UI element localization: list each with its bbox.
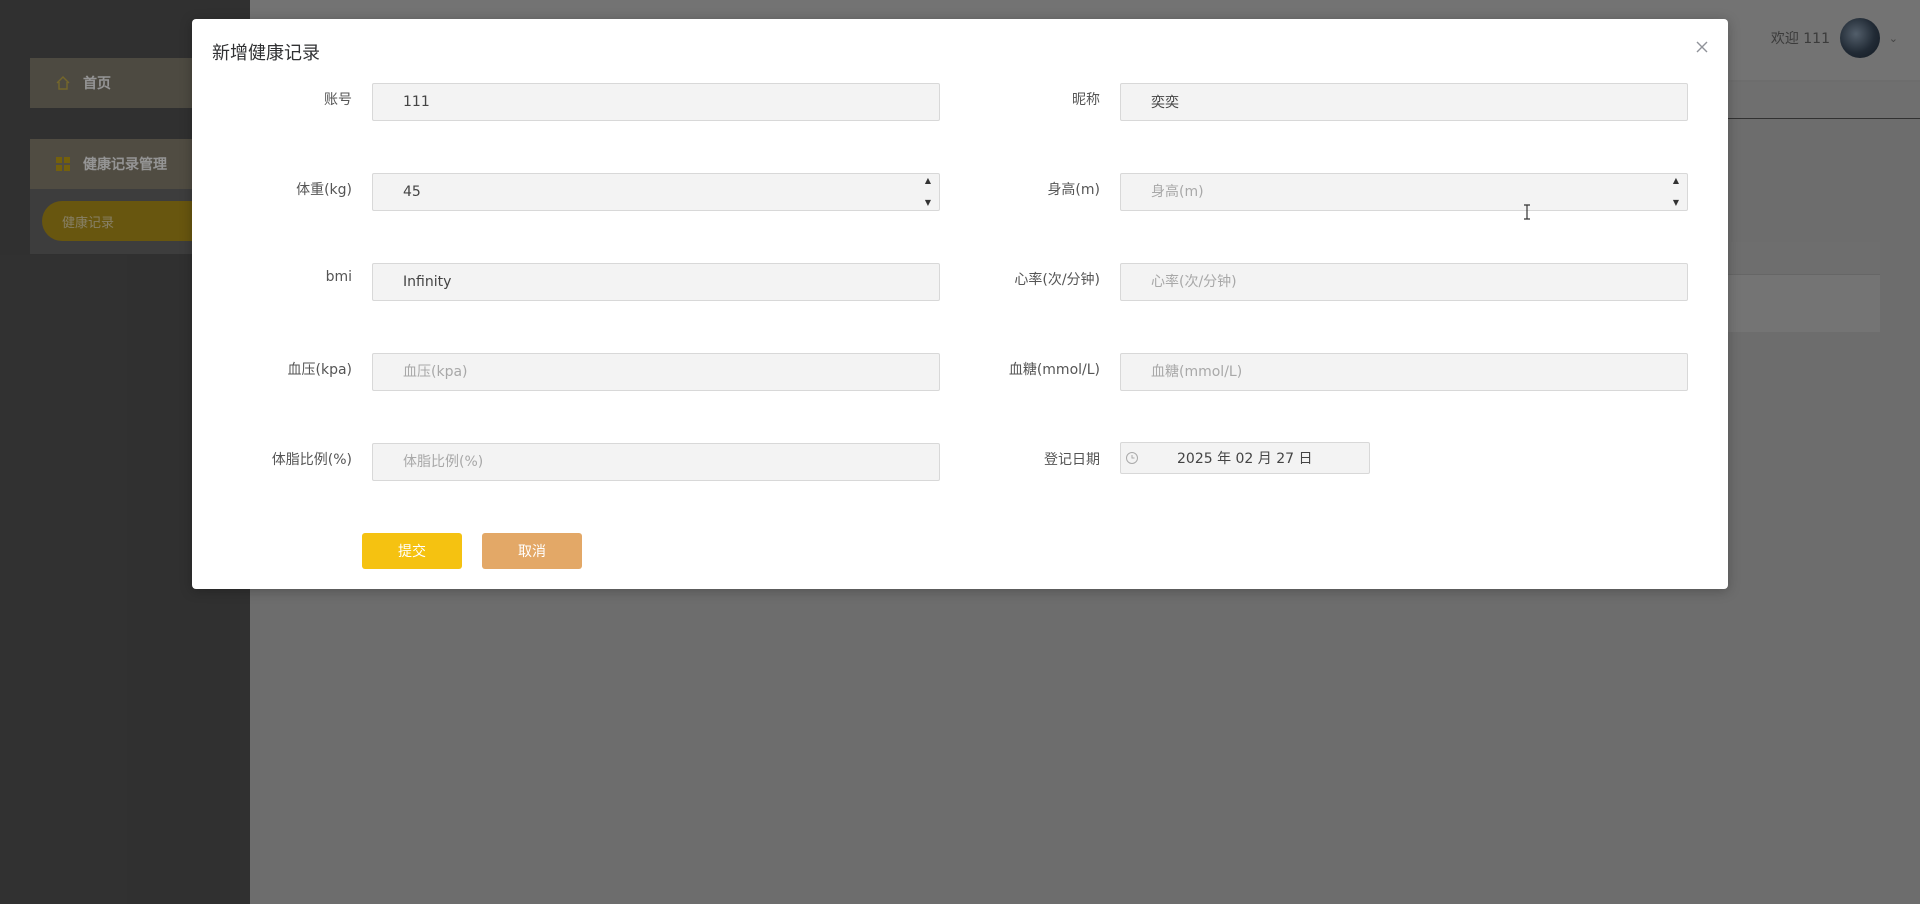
record-date-picker[interactable]: 2025 年 02 月 27 日 bbox=[1120, 442, 1370, 474]
body-fat-label: 体脂比例(%) bbox=[271, 452, 352, 468]
blood-sugar-label: 血糖(mmol/L) bbox=[1008, 362, 1100, 378]
close-icon[interactable] bbox=[1694, 39, 1710, 55]
submit-button[interactable]: 提交 bbox=[362, 533, 462, 569]
height-label: 身高(m) bbox=[1047, 182, 1100, 198]
nickname-input[interactable] bbox=[1120, 83, 1688, 121]
stepper-up-icon[interactable]: ▲ bbox=[1673, 177, 1679, 185]
blood-pressure-input[interactable] bbox=[372, 353, 940, 391]
weight-label: 体重(kg) bbox=[296, 182, 352, 198]
account-label: 账号 bbox=[324, 92, 352, 108]
record-date-value: 2025 年 02 月 27 日 bbox=[1177, 451, 1313, 467]
bmi-input[interactable] bbox=[372, 263, 940, 301]
clock-icon bbox=[1125, 451, 1139, 465]
weight-stepper[interactable]: ▲ ▼ bbox=[921, 177, 935, 207]
blood-sugar-input[interactable] bbox=[1120, 353, 1688, 391]
blood-pressure-label: 血压(kpa) bbox=[287, 362, 353, 378]
weight-input[interactable] bbox=[372, 173, 940, 211]
account-input[interactable] bbox=[372, 83, 940, 121]
stepper-down-icon[interactable]: ▼ bbox=[1673, 199, 1679, 207]
heart-rate-input[interactable] bbox=[1120, 263, 1688, 301]
nickname-label: 昵称 bbox=[1072, 92, 1100, 108]
stepper-down-icon[interactable]: ▼ bbox=[925, 199, 931, 207]
cancel-button[interactable]: 取消 bbox=[482, 533, 582, 569]
add-health-record-dialog: 新增健康记录 账号 昵称 体重(kg) ▲ ▼ 身高(m) ▲ ▼ bmi 心率… bbox=[192, 19, 1728, 589]
body-fat-input[interactable] bbox=[372, 443, 940, 481]
bmi-label: bmi bbox=[325, 269, 352, 285]
record-date-label: 登记日期 bbox=[1044, 452, 1100, 468]
stepper-up-icon[interactable]: ▲ bbox=[925, 177, 931, 185]
height-input[interactable] bbox=[1120, 173, 1688, 211]
heart-rate-label: 心率(次/分钟) bbox=[1014, 272, 1100, 288]
text-cursor-icon bbox=[1523, 204, 1531, 220]
dialog-title: 新增健康记录 bbox=[212, 43, 320, 64]
height-stepper[interactable]: ▲ ▼ bbox=[1669, 177, 1683, 207]
